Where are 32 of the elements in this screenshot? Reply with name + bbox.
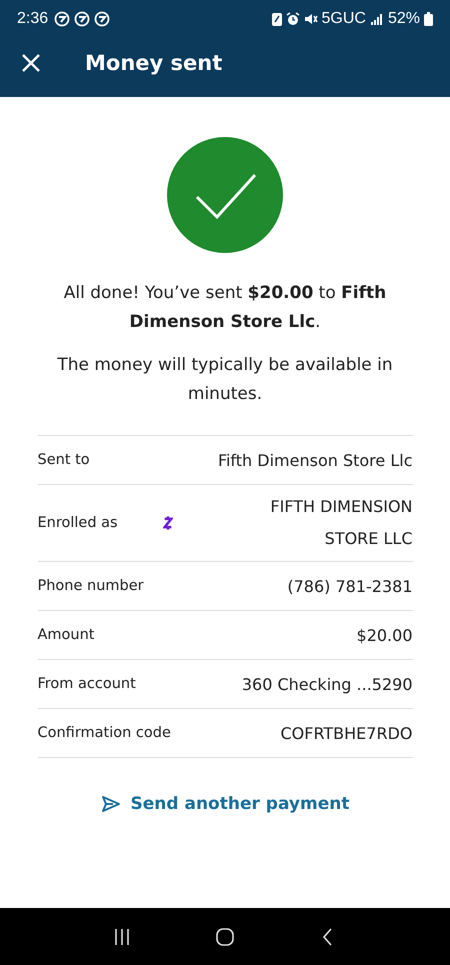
notification-icon [54, 11, 70, 27]
send-another-payment-link[interactable]: Send another payment [100, 794, 350, 814]
notification-icon [74, 11, 90, 27]
send-icon [100, 795, 121, 813]
close-button[interactable] [20, 52, 42, 74]
detail-label: Confirmation code [38, 725, 171, 741]
checkmark-icon [167, 137, 283, 253]
detail-label: Amount [38, 627, 94, 643]
confirmation-message: All done! You’ve sent $20.00 to Fifth Dimenson Store Llc. [62, 282, 388, 334]
detail-label: From account [38, 676, 136, 692]
detail-label: Enrolled as [38, 515, 118, 531]
detail-value: FIFTH DIMENSION STORE LLC [269, 496, 412, 550]
alarm-icon [286, 12, 300, 26]
detail-value: (786) 781-2381 [287, 576, 412, 596]
detail-value: $20.00 [356, 626, 412, 644]
detail-label: Sent to [38, 452, 90, 468]
clock: 2:36 [17, 10, 48, 28]
battery-saver-icon [272, 12, 282, 26]
network-label: 5GUC [322, 10, 366, 28]
battery-percent: 52% [388, 10, 420, 28]
home-icon [214, 926, 235, 946]
detail-label: Phone number [38, 578, 144, 594]
detail-value: 360 Checking ...5290 [242, 674, 412, 694]
availability-note: The money will typically be available in minutes. [56, 354, 394, 406]
detail-value: COFRTBHE7RDO [280, 724, 412, 742]
battery-icon [424, 12, 433, 26]
mute-icon [304, 12, 318, 26]
page-title: Money sent [85, 51, 222, 75]
signal-icon [370, 13, 384, 25]
zelle-icon [162, 514, 173, 532]
notification-icon [94, 11, 110, 27]
detail-value: Fifth Dimenson Store Llc [218, 450, 412, 470]
